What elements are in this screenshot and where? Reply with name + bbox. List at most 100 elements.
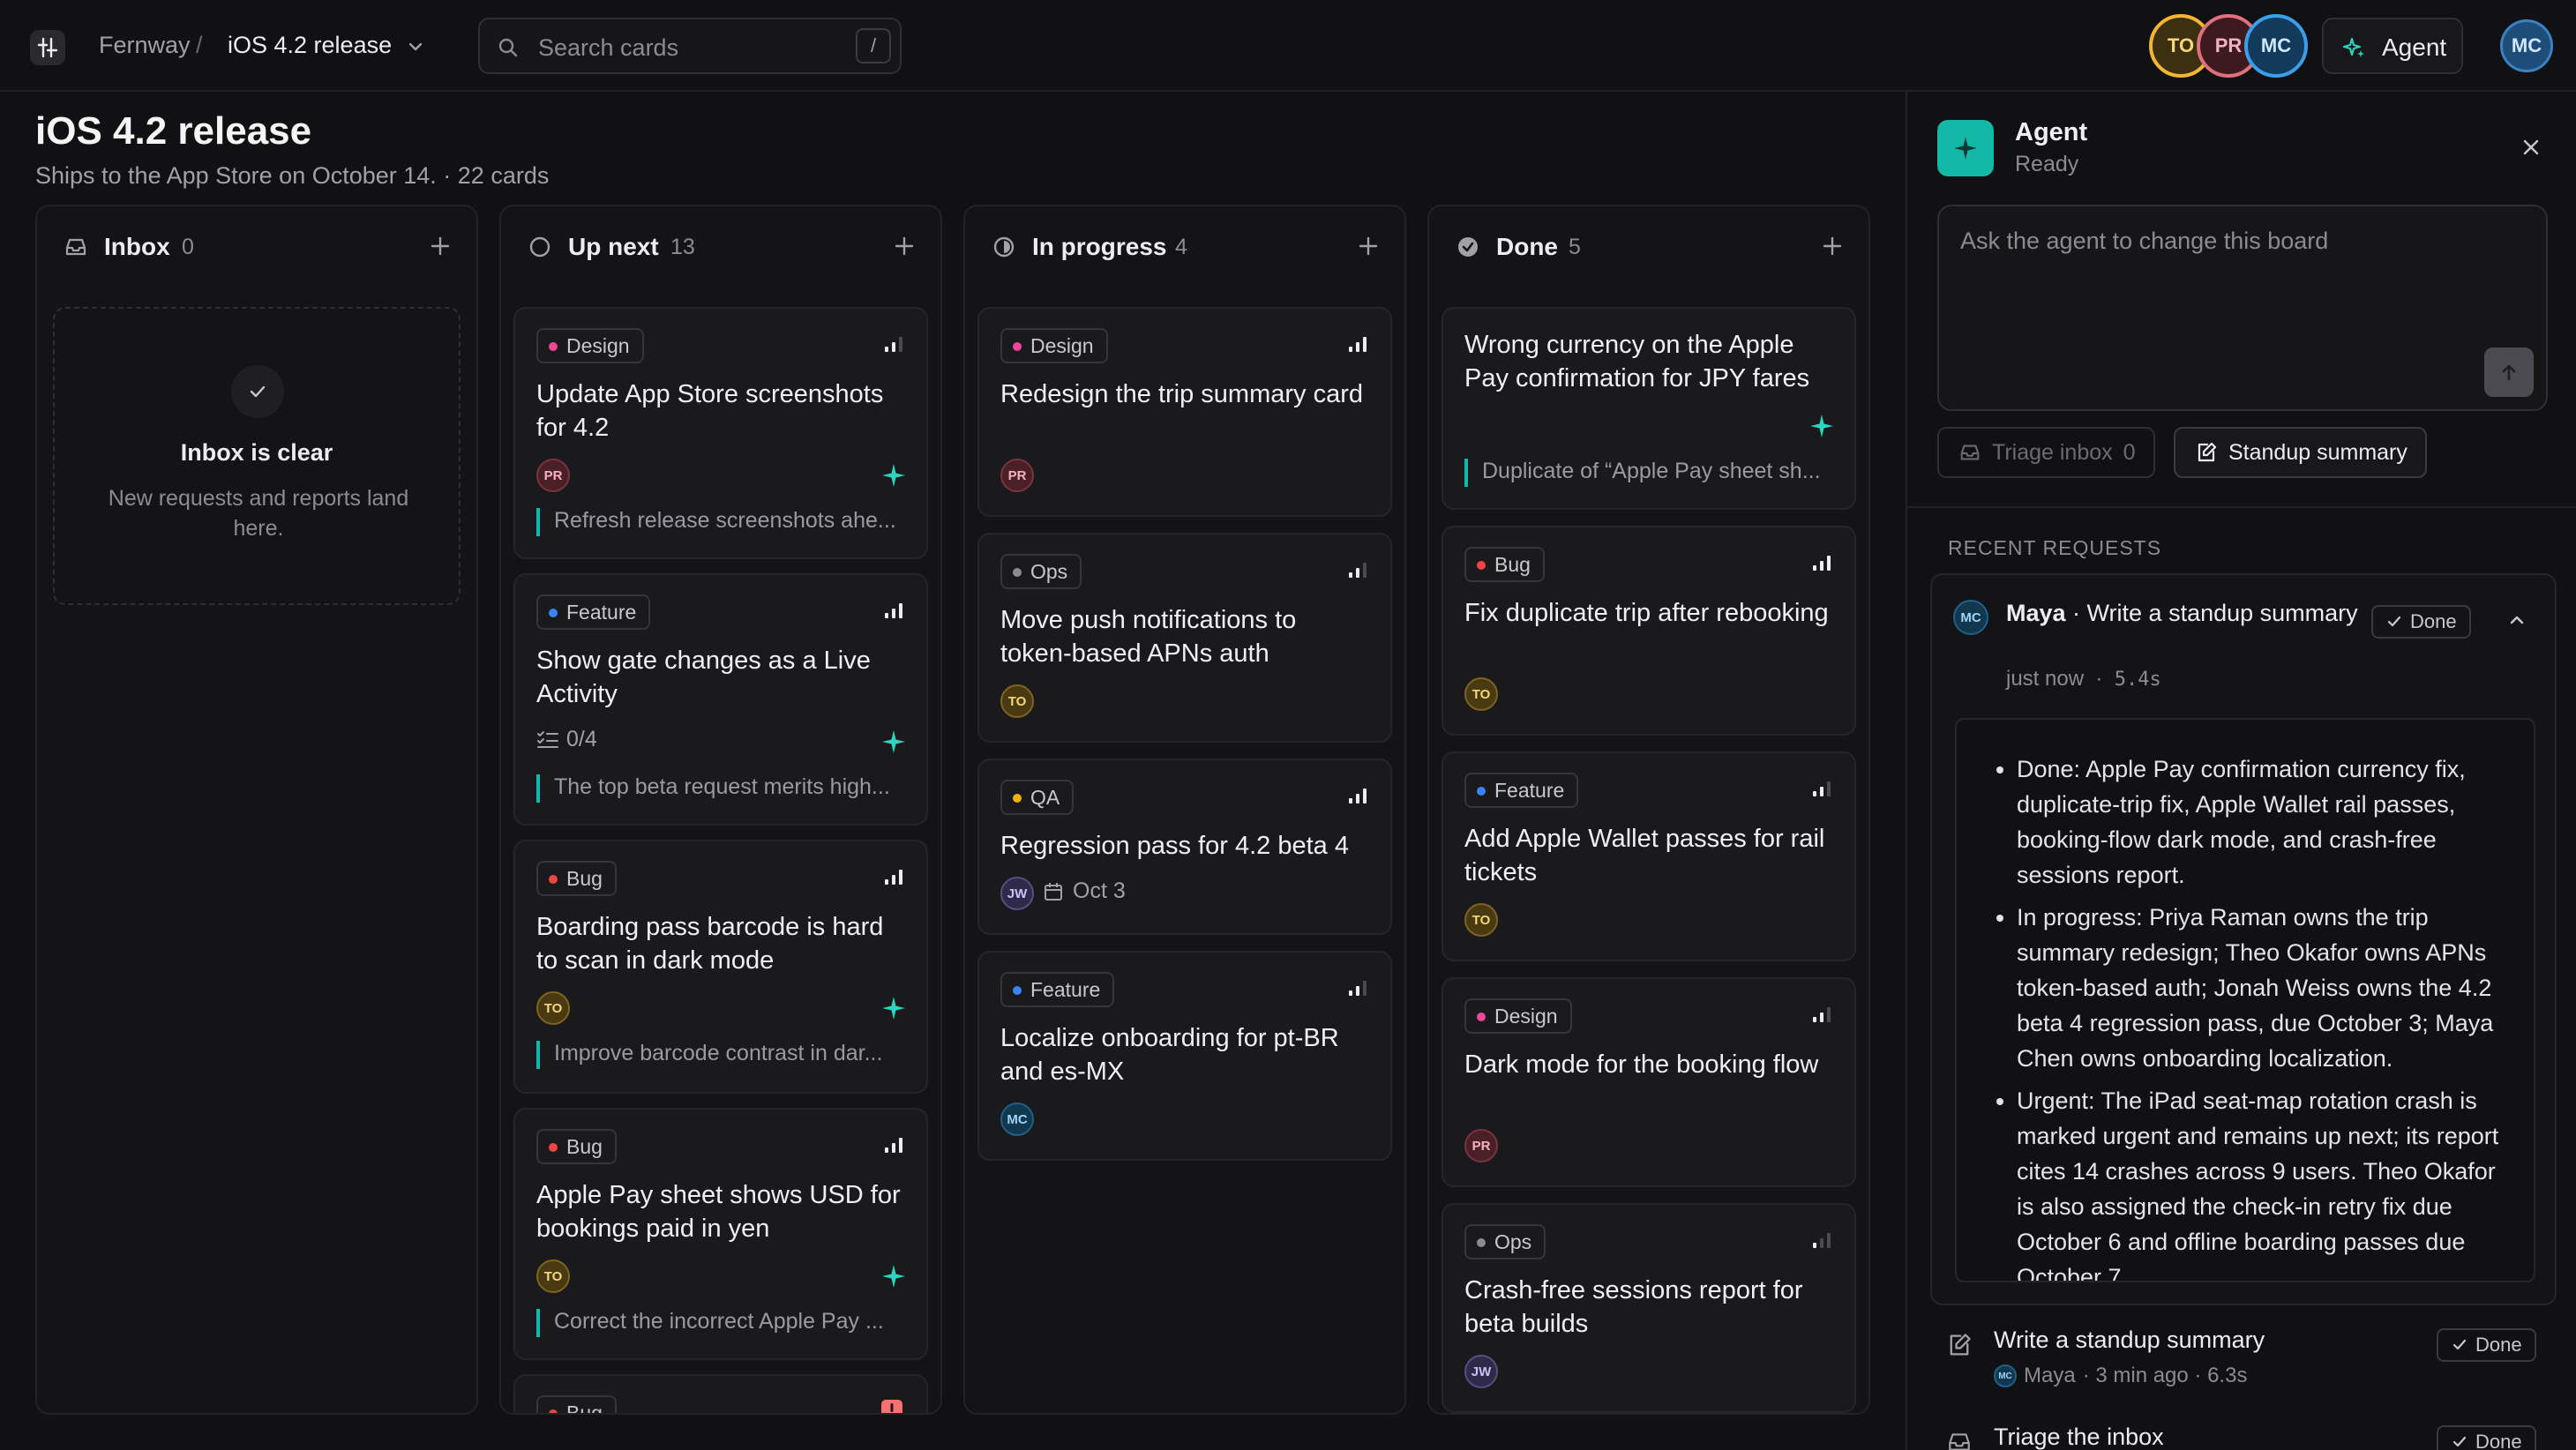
priority-urgent-icon bbox=[880, 1399, 903, 1413]
card-tag: Feature bbox=[536, 594, 651, 630]
card[interactable]: Bug bbox=[513, 1374, 928, 1413]
priority-high-icon bbox=[884, 868, 903, 886]
card[interactable]: Wrong currency on the Apple Pay confirma… bbox=[1442, 307, 1856, 510]
card-agent-note: Improve barcode contrast in dar... bbox=[536, 1041, 907, 1069]
card-tag: Bug bbox=[536, 1395, 617, 1413]
avatar: MC bbox=[1994, 1364, 2017, 1387]
agent-sparkle-icon[interactable] bbox=[880, 995, 907, 1021]
card[interactable]: Ops Move push notifications to token-bas… bbox=[977, 533, 1392, 743]
assignee-avatar: TO bbox=[536, 991, 570, 1025]
divider bbox=[1907, 506, 2576, 508]
inbox-icon bbox=[64, 235, 88, 259]
agent-panel: Agent Ready Ask the agent to change this… bbox=[1906, 92, 2576, 1450]
presence-avatar-mc[interactable]: MC bbox=[2244, 14, 2308, 78]
card[interactable]: Ops Crash-free sessions report for beta … bbox=[1442, 1203, 1856, 1413]
circle-icon bbox=[528, 235, 552, 259]
card[interactable]: Design Update App Store screenshots for … bbox=[513, 307, 928, 559]
card-title: Apple Pay sheet shows USD for bookings p… bbox=[536, 1181, 901, 1243]
card-title: Wrong currency on the Apple Pay confirma… bbox=[1464, 331, 1810, 392]
close-icon[interactable] bbox=[2521, 138, 2541, 157]
request-meta: just now · 5.4s bbox=[2006, 667, 2161, 691]
column-count: 5 bbox=[1569, 235, 1581, 259]
agent-sparkle-icon[interactable] bbox=[880, 729, 907, 755]
card[interactable]: Feature Show gate changes as a Live Acti… bbox=[513, 573, 928, 826]
card-title: Update App Store screenshots for 4.2 bbox=[536, 380, 884, 442]
card-tag: Design bbox=[1000, 328, 1108, 363]
card-agent-note: Duplicate of “Apple Pay sheet sh... bbox=[1464, 459, 1835, 487]
sparkles-icon bbox=[2341, 35, 2368, 62]
card[interactable]: Design Dark mode for the booking flow PR bbox=[1442, 977, 1856, 1187]
history-item[interactable]: Write a standup summary MC Maya · 3 min … bbox=[1907, 1323, 2576, 1394]
history-title: Write a standup summary bbox=[1994, 1327, 2265, 1353]
summary-item: Urgent: The iPad seat-map rotation crash… bbox=[2017, 1083, 2507, 1281]
chevron-down-icon[interactable] bbox=[406, 37, 425, 56]
priority-medium-icon bbox=[1348, 979, 1367, 997]
agent-button[interactable]: Agent bbox=[2322, 18, 2463, 74]
column-done: Done 5 Wrong currency on the Apple Pay c… bbox=[1427, 205, 1870, 1415]
column-title: Up next bbox=[568, 233, 659, 260]
check-icon bbox=[2452, 1436, 2467, 1447]
page-title: iOS 4.2 release bbox=[35, 109, 312, 153]
column-title: Inbox bbox=[104, 233, 170, 260]
send-button[interactable] bbox=[2484, 348, 2534, 397]
card-tag: Design bbox=[1464, 998, 1572, 1034]
column-count: 4 bbox=[1175, 235, 1187, 259]
add-card-icon[interactable] bbox=[1821, 235, 1844, 258]
card[interactable]: Feature Localize onboarding for pt-BR an… bbox=[977, 951, 1392, 1161]
card-title: Boarding pass barcode is hard to scan in… bbox=[536, 913, 884, 975]
card[interactable]: Bug Boarding pass barcode is hard to sca… bbox=[513, 840, 928, 1094]
card-tag: Bug bbox=[1464, 547, 1545, 582]
card-tag: Bug bbox=[536, 861, 617, 896]
checklist-icon bbox=[536, 729, 559, 751]
add-card-icon[interactable] bbox=[893, 235, 916, 258]
search-input[interactable]: Search cards / bbox=[478, 18, 902, 74]
card[interactable]: Design Redesign the trip summary card PR bbox=[977, 307, 1392, 517]
card-tag: Feature bbox=[1464, 773, 1579, 808]
standup-summary-chip[interactable]: Standup summary bbox=[2174, 427, 2427, 478]
check-circle-icon bbox=[1456, 235, 1480, 259]
agent-sparkle-icon[interactable] bbox=[880, 462, 907, 489]
agent-prompt-input[interactable]: Ask the agent to change this board bbox=[1937, 205, 2548, 411]
agent-sparkles-icon bbox=[1937, 120, 1994, 176]
request-item-expanded[interactable]: MC Maya · Write a standup summary just n… bbox=[1930, 573, 2557, 1305]
card[interactable]: QA Regression pass for 4.2 beta 4 JW Oct… bbox=[977, 759, 1392, 935]
agent-sparkle-icon[interactable] bbox=[880, 1263, 907, 1289]
priority-high-icon bbox=[1348, 787, 1367, 804]
card-title: Dark mode for the booking flow bbox=[1464, 1050, 1819, 1079]
column-header: Done 5 bbox=[1429, 206, 1868, 286]
empty-state-title: Inbox is clear bbox=[180, 439, 333, 466]
breadcrumb-board[interactable]: iOS 4.2 release bbox=[228, 32, 392, 59]
edit-note-icon bbox=[2195, 441, 2218, 464]
history-title: Triage the inbox bbox=[1994, 1424, 2164, 1450]
card-title: Move push notifications to token-based A… bbox=[1000, 606, 1297, 668]
page-subtitle: Ships to the App Store on October 14. · … bbox=[35, 162, 550, 189]
summary-item: Done: Apple Pay confirmation currency fi… bbox=[2017, 751, 2507, 893]
assignee-avatar: TO bbox=[536, 1259, 570, 1293]
half-circle-icon bbox=[992, 235, 1016, 259]
history-item[interactable]: Triage the inbox Done bbox=[1907, 1420, 2576, 1450]
assignee-avatar: MC bbox=[1000, 1102, 1034, 1136]
column-title: In progress bbox=[1032, 233, 1167, 260]
breadcrumb-workspace[interactable]: Fernway bbox=[99, 32, 191, 59]
column-up-next: Up next 13 Design Update App Store scree… bbox=[499, 205, 942, 1415]
card[interactable]: Bug Fix duplicate trip after rebooking T… bbox=[1442, 526, 1856, 736]
priority-medium-icon bbox=[1812, 1005, 1831, 1023]
assignee-avatar: PR bbox=[1464, 1129, 1498, 1162]
search-shortcut-badge: / bbox=[856, 28, 891, 64]
add-card-icon[interactable] bbox=[1357, 235, 1380, 258]
assignee-avatar: PR bbox=[1000, 459, 1034, 492]
chevron-up-icon[interactable] bbox=[2507, 610, 2527, 630]
agent-sparkle-icon[interactable] bbox=[1808, 413, 1835, 439]
card[interactable]: Bug Apple Pay sheet shows USD for bookin… bbox=[513, 1108, 928, 1360]
card-title: Redesign the trip summary card bbox=[1000, 380, 1363, 408]
assignee-avatar: TO bbox=[1000, 684, 1034, 718]
app-logo-icon[interactable] bbox=[30, 30, 65, 65]
add-card-icon[interactable] bbox=[429, 235, 452, 258]
card-title: Add Apple Wallet passes for rail tickets bbox=[1464, 825, 1825, 886]
avatar: MC bbox=[1953, 600, 1988, 635]
checkmark-icon bbox=[231, 365, 284, 418]
card-tag: Design bbox=[536, 328, 644, 363]
user-avatar[interactable]: MC bbox=[2500, 19, 2553, 72]
card[interactable]: Feature Add Apple Wallet passes for rail… bbox=[1442, 751, 1856, 961]
triage-inbox-chip[interactable]: Triage inbox 0 bbox=[1937, 427, 2155, 478]
